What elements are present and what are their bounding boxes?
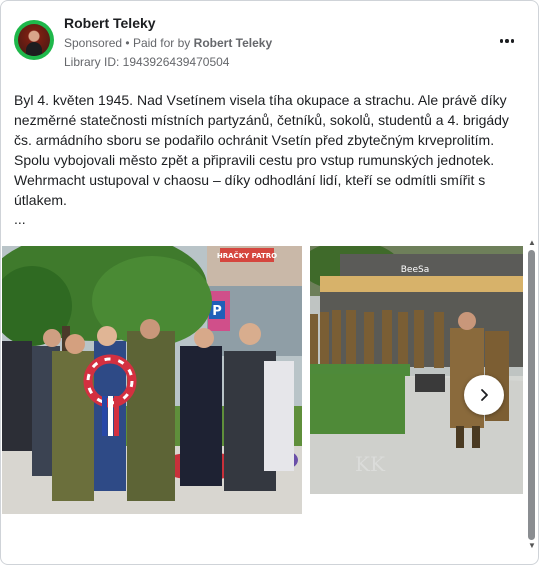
photo-watermark-text: KK [355,452,386,476]
triangle-up-icon[interactable]: ▲ [528,238,536,247]
more-options-button[interactable] [495,31,519,51]
ad-post-card: Robert Teleky Sponsored • Paid for by Ro… [0,0,539,565]
more-dot [505,39,509,43]
sponsored-line: Sponsored • Paid for by Robert Teleky [64,36,272,50]
avatar-photo [18,24,50,56]
separator-dot: • [125,36,130,50]
shop-sign-text: HRAČKY PATRO [217,251,277,260]
more-horizontal-icon [499,39,504,43]
carousel-photo-1[interactable]: HRAČKY PATRO P [2,246,302,514]
see-more-ellipsis[interactable]: ... [14,211,26,227]
sponsored-label: Sponsored [64,36,123,50]
paid-for-by-name: Robert Teleky [193,36,273,50]
shop-sign-2-text: BeeSa [401,265,429,275]
author-name[interactable]: Robert Teleky [64,15,156,31]
carousel-photo-2[interactable]: BeeSa KK [310,246,523,494]
post-text: Byl 4. květen 1945. Nad Vsetínem visela … [14,92,509,208]
photo-1-illustration: HRAČKY PATRO P [2,246,302,514]
carousel-next-button[interactable] [464,375,504,415]
triangle-down-icon[interactable]: ▼ [528,541,536,550]
author-avatar[interactable] [14,20,54,60]
paid-for-by-label: Paid for by [132,36,191,50]
more-dot [510,39,515,43]
chevron-right-icon [481,389,488,401]
photo-2-illustration: BeeSa KK [310,246,523,494]
parking-sign-text: P [212,304,222,319]
vertical-scrollbar[interactable]: ▲ ▼ [526,238,537,550]
scrollbar-thumb[interactable] [528,250,535,540]
library-id: Library ID: 1943926439470504 [64,55,230,69]
